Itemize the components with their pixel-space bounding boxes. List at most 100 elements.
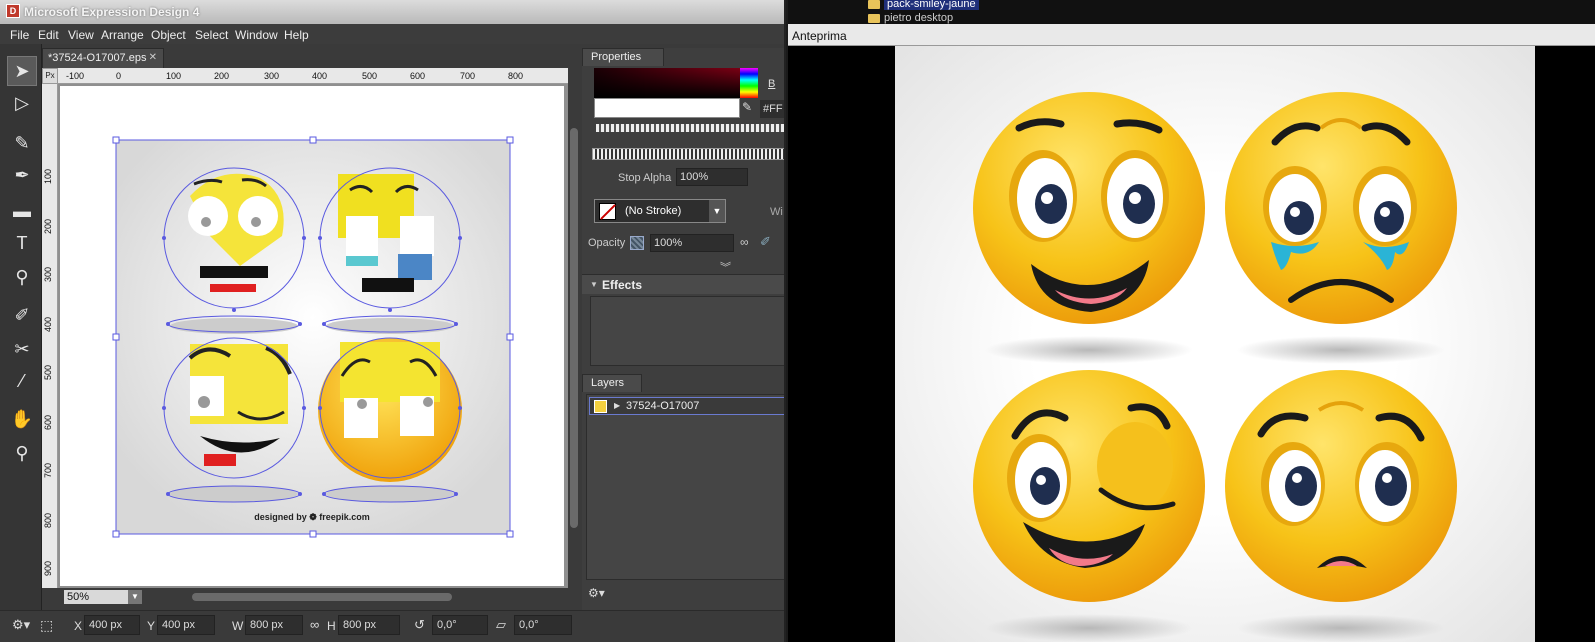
collapse-arrow-icon[interactable]: ▼ <box>590 280 598 289</box>
direct-selection-tool-icon[interactable]: ▷ <box>7 88 37 118</box>
gear-icon[interactable]: ⚙▾ <box>588 586 605 600</box>
color-swatch[interactable] <box>594 98 740 118</box>
ruler-tick: 200 <box>214 71 230 81</box>
brush-icon[interactable]: ✐ <box>760 234 771 250</box>
rotate-icon: ↺ <box>414 617 425 632</box>
vertical-scrollbar[interactable] <box>568 68 580 588</box>
ruler-tick: 900 <box>43 560 53 576</box>
ruler-tick: 200 <box>43 218 53 234</box>
width-label: Wi <box>770 206 783 218</box>
ruler-tick: 500 <box>362 71 378 81</box>
zoom-dropdown-icon[interactable]: ▼ <box>128 590 142 604</box>
file-tree: pack-smiley-jaune pietro desktop <box>788 0 1595 24</box>
horizontal-ruler: -100 0 100 200 300 400 500 600 700 800 <box>42 68 568 84</box>
paintbrush-tool-icon[interactable]: ✎ <box>7 128 37 158</box>
horizontal-scrollbar[interactable] <box>192 593 452 601</box>
smiley-worried <box>1225 370 1457 602</box>
effects-header[interactable]: ▼ Effects <box>582 274 784 294</box>
stop-alpha-field[interactable]: 100% <box>676 168 748 186</box>
eyedropper-icon[interactable]: ✎ <box>742 100 758 116</box>
preview-title: Anteprima <box>792 29 847 43</box>
menu-file[interactable]: File <box>10 28 29 42</box>
layer-row[interactable]: ▶ 37524-O17007 <box>589 397 784 415</box>
ruler-tick: 600 <box>43 414 53 430</box>
hex-field[interactable]: #FF <box>760 100 784 118</box>
w-field[interactable]: 800 px <box>245 615 303 635</box>
pen-tool-icon[interactable]: ✒ <box>7 160 37 190</box>
opacity-label: Opacity <box>588 237 626 249</box>
title-bar: D Microsoft Expression Design 4 <box>0 0 784 24</box>
rotation-field[interactable]: 0,0° <box>432 615 488 635</box>
reference-point-icon[interactable]: ⬚ <box>40 617 53 634</box>
properties-tab[interactable]: Properties <box>582 48 664 66</box>
y-field[interactable]: 400 px <box>157 615 215 635</box>
stop-alpha-label: Stop Alpha <box>618 172 672 184</box>
h-field[interactable]: 800 px <box>338 615 400 635</box>
opacity-field[interactable]: 100% <box>650 234 734 252</box>
rectangle-tool-icon[interactable]: ▬ <box>7 196 37 226</box>
stroke-select[interactable]: (No Stroke) ▼ <box>594 199 726 223</box>
menu-object[interactable]: Object <box>151 28 186 42</box>
artwork[interactable]: designed by ❁ freepik.com <box>60 86 564 586</box>
ruler-tick: 400 <box>312 71 328 81</box>
folder-icon <box>868 14 880 23</box>
pan-tool-icon[interactable]: ✋ <box>7 404 37 434</box>
face-shadow <box>1237 336 1445 364</box>
selection-tool-icon[interactable]: ➤ <box>7 56 37 86</box>
layers-tab[interactable]: Layers <box>582 374 642 392</box>
hue-slider[interactable] <box>740 68 758 98</box>
menu-window[interactable]: Window <box>235 28 278 42</box>
ruler-tick: 0 <box>116 71 122 81</box>
layer-name: 37524-O17007 <box>626 400 700 412</box>
text-tool-icon[interactable]: T <box>7 228 37 258</box>
link-icon[interactable]: ∞ <box>740 235 749 249</box>
gradient-tool-icon[interactable]: ⁄ <box>7 366 37 396</box>
expand-layer-icon[interactable]: ▶ <box>614 401 620 410</box>
ruler-tick: 700 <box>460 71 476 81</box>
ruler-tick: 500 <box>43 364 53 380</box>
x-field[interactable]: 400 px <box>84 615 140 635</box>
ruler-tick: 800 <box>43 512 53 528</box>
expand-chevron-icon[interactable]: ︾ <box>720 259 731 275</box>
eyedropper-tool-icon[interactable]: ⚲ <box>7 262 37 292</box>
link-icon[interactable]: ∞ <box>310 617 319 632</box>
chevron-down-icon[interactable]: ▼ <box>709 200 725 222</box>
ruler-tick: 300 <box>43 266 53 282</box>
scroll-thumb[interactable] <box>570 128 578 528</box>
artwork-background <box>116 140 510 534</box>
folder-icon <box>868 0 880 9</box>
ruler-tick: 100 <box>166 71 182 81</box>
document-tab-label: *37524-O17007.eps <box>48 52 147 64</box>
menu-arrange[interactable]: Arrange <box>101 28 144 42</box>
zoom-tool-icon[interactable]: ⚲ <box>7 438 37 468</box>
face-shadow <box>1237 614 1445 642</box>
menu-select[interactable]: Select <box>195 28 228 42</box>
stroke-value: (No Stroke) <box>625 205 682 217</box>
menu-view[interactable]: View <box>68 28 94 42</box>
y-label: Y <box>147 619 156 633</box>
gear-icon[interactable]: ⚙▾ <box>12 617 30 633</box>
skew-field[interactable]: 0,0° <box>514 615 572 635</box>
gradient-stops-bar[interactable] <box>596 124 784 132</box>
effects-list <box>590 296 784 366</box>
preview-header: Anteprima <box>788 24 1595 46</box>
layer-thumbnail <box>594 400 607 413</box>
canvas-area[interactable]: -100 0 100 200 300 400 500 600 700 800 1… <box>42 68 568 588</box>
window-title: Microsoft Expression Design 4 <box>24 5 200 19</box>
tree-item-selected[interactable]: pack-smiley-jaune <box>884 0 979 10</box>
ruler-tick: 600 <box>410 71 426 81</box>
tree-item[interactable]: pietro desktop <box>884 12 953 24</box>
b-label: B <box>768 78 776 90</box>
ruler-tick: 400 <box>43 316 53 332</box>
color-picker-field[interactable] <box>594 68 740 98</box>
scissors-tool-icon[interactable]: ✂ <box>7 334 37 364</box>
close-tab-icon[interactable]: ✕ <box>149 52 157 63</box>
menu-edit[interactable]: Edit <box>38 28 59 42</box>
document-tab[interactable]: *37524-O17007.eps ✕ <box>42 48 164 68</box>
eraser-tool-icon[interactable]: ✐ <box>7 300 37 330</box>
ruler-unit: Px <box>42 68 58 84</box>
menu-help[interactable]: Help <box>284 28 309 42</box>
gradient-preview-bar[interactable] <box>592 148 784 160</box>
expression-design-window: D Microsoft Expression Design 4 File Edi… <box>0 0 786 642</box>
smiley-happy <box>973 92 1205 324</box>
